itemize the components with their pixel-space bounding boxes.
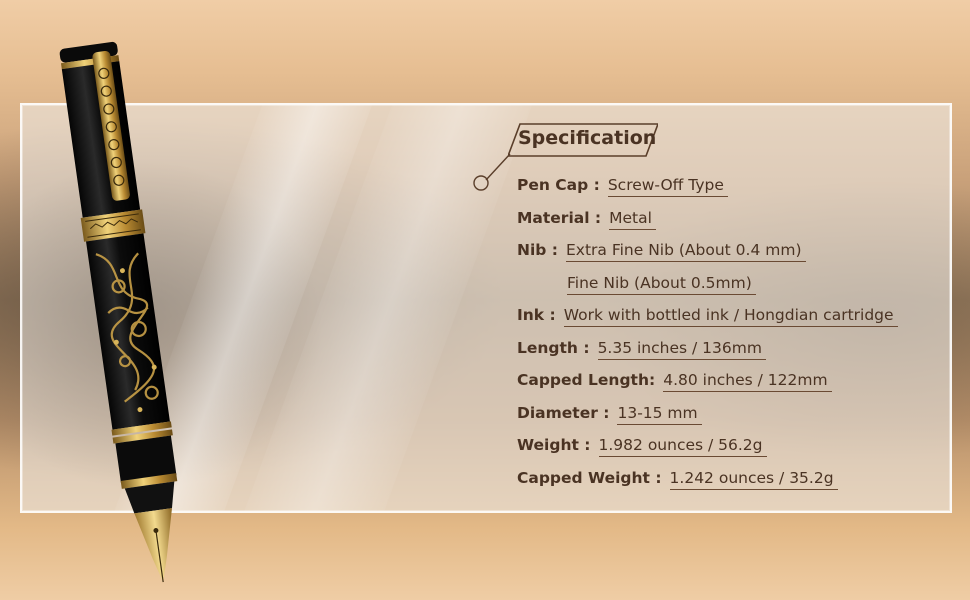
spec-row-capped-length: Capped Length: 4.80 inches / 122mm: [517, 371, 832, 397]
spec-value: 1.982 ounces / 56.2g: [598, 436, 767, 457]
spec-label: Capped Weight :: [517, 469, 662, 487]
spec-value: 5.35 inches / 136mm: [597, 339, 766, 360]
spec-row-diameter: Diameter : 13-15 mm: [517, 404, 702, 430]
spec-label: Material :: [517, 209, 602, 227]
spec-label: Weight :: [517, 436, 591, 454]
spec-row-pen-cap: Pen Cap : Screw-Off Type: [517, 176, 728, 202]
spec-value: Metal: [609, 209, 656, 230]
spec-label: Diameter :: [517, 404, 610, 422]
spec-value: Work with bottled ink / Hongdian cartrid…: [563, 306, 898, 327]
spec-value: 13-15 mm: [617, 404, 702, 425]
spec-row-material: Material : Metal: [517, 209, 656, 235]
page-title: Specification: [518, 127, 657, 149]
spec-label: Nib :: [517, 241, 558, 259]
spec-row-ink: Ink : Work with bottled ink / Hongdian ca…: [517, 306, 898, 332]
spec-row-weight: Weight : 1.982 ounces / 56.2g: [517, 436, 767, 462]
spec-value: Extra Fine Nib (About 0.4 mm): [565, 241, 806, 262]
fountain-pen-image: [59, 41, 178, 583]
spec-label: Capped Length:: [517, 371, 656, 389]
spec-row-length: Length : 5.35 inches / 136mm: [517, 339, 766, 365]
spec-row-nib: Nib : Extra Fine Nib (About 0.4 mm): [517, 241, 806, 267]
spec-label: Length :: [517, 339, 590, 357]
spec-value: Fine Nib (About 0.5mm): [567, 274, 756, 295]
spec-value: 1.242 ounces / 35.2g: [669, 469, 838, 490]
spec-row-nib-alt: Fine Nib (About 0.5mm): [517, 274, 756, 300]
spec-label: Ink :: [517, 306, 556, 324]
spec-row-capped-weight: Capped Weight : 1.242 ounces / 35.2g: [517, 469, 838, 495]
spec-value: 4.80 inches / 122mm: [663, 371, 832, 392]
spec-value: Screw-Off Type: [607, 176, 728, 197]
spec-label: Pen Cap :: [517, 176, 600, 194]
